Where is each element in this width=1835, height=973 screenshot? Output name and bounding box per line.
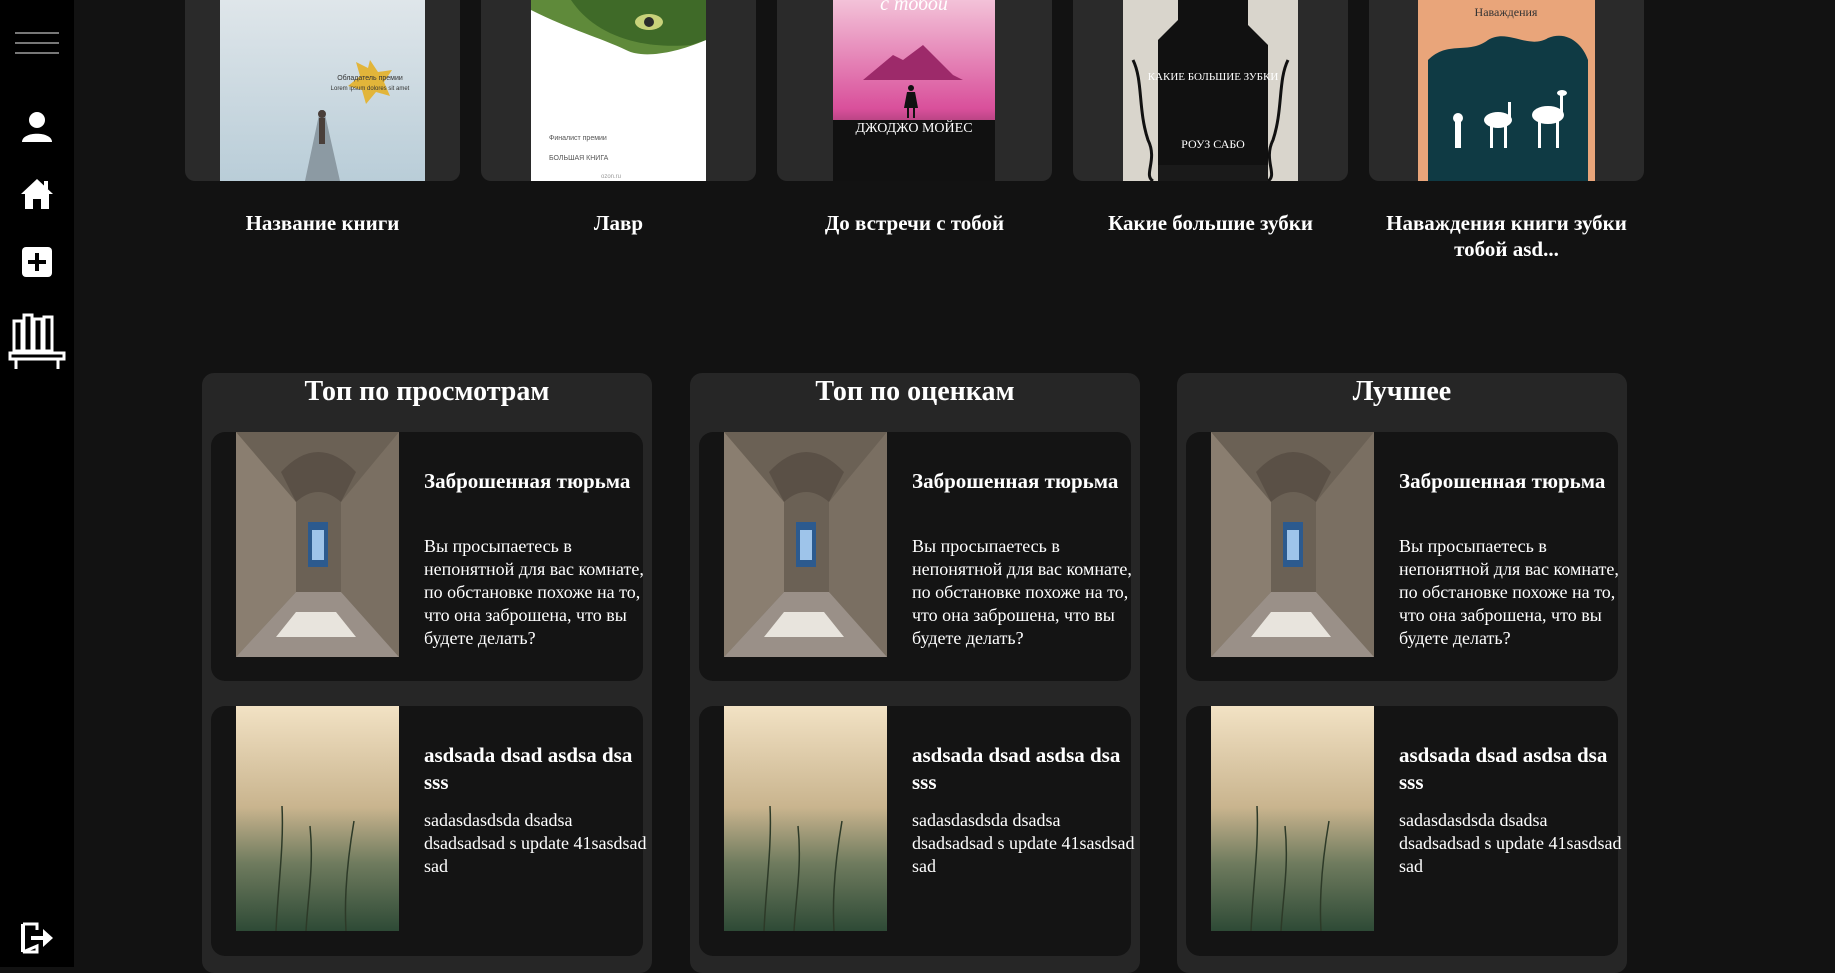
book-cover: Наваждения xyxy=(1418,0,1595,181)
panel-heading: Топ по просмотрам xyxy=(304,376,550,407)
svg-text:ozon.ru: ozon.ru xyxy=(601,174,621,180)
book-title[interactable]: Наваждения книги зубки тобой asd... xyxy=(1369,210,1644,262)
item-thumbnail xyxy=(1211,706,1374,931)
item-description: Вы просыпаетесь в непонятной для вас ком… xyxy=(1399,536,1619,648)
svg-text:с тобой: с тобой xyxy=(880,0,948,15)
item-title: Заброшенная тюрьма xyxy=(424,469,631,493)
main-content: Обладатель премии Lorem ipsum dolores si… xyxy=(74,0,1835,973)
item-description: sadasdasdsda dsadsa dsadsadsad s update … xyxy=(424,810,647,876)
item-thumbnail xyxy=(236,432,399,657)
sidebar xyxy=(0,0,74,967)
book-title[interactable]: Какие большие зубки xyxy=(1073,210,1348,236)
item-title: asdsada dsad asdsa dsa sss xyxy=(424,743,633,794)
list-item[interactable]: Заброшенная тюрьма Вы просыпаетесь в неп… xyxy=(699,432,1132,681)
profile-button[interactable] xyxy=(0,110,74,144)
svg-text:Обладатель премии: Обладатель премии xyxy=(337,74,403,82)
item-thumbnail xyxy=(724,432,887,657)
book-title[interactable]: Лавр xyxy=(481,210,756,236)
logout-icon xyxy=(21,922,53,954)
item-description: sadasdasdsda dsadsa dsadsadsad s update … xyxy=(1399,810,1622,876)
menu-icon xyxy=(15,32,59,54)
svg-text:РОУЗ САБО: РОУЗ САБО xyxy=(1181,137,1245,151)
add-button[interactable] xyxy=(0,246,74,278)
top-ratings-panel: Топ по оценкам Заброшенная тюрьма Вы про… xyxy=(690,373,1140,973)
library-button[interactable] xyxy=(0,313,74,371)
book-cover: с тобой ДЖОДЖО МОЙЕС xyxy=(833,0,995,181)
item-thumbnail xyxy=(236,706,399,931)
top-views-panel: Топ по просмотрам Заброшенная тюрьма Вы … xyxy=(202,373,652,973)
list-item[interactable]: asdsada dsad asdsa dsa sss sadasdasdsda … xyxy=(1186,706,1621,956)
panel-heading: Топ по оценкам xyxy=(815,376,1015,407)
svg-text:БОЛЬШАЯ КНИГА: БОЛЬШАЯ КНИГА xyxy=(549,155,609,162)
item-description: Вы просыпаетесь в непонятной для вас ком… xyxy=(424,536,644,648)
item-title: Заброшенная тюрьма xyxy=(912,469,1119,493)
item-title: Заброшенная тюрьма xyxy=(1399,469,1606,493)
book-card[interactable]: Финалист премии БОЛЬШАЯ КНИГА ozon.ru xyxy=(481,0,756,181)
list-item[interactable]: Заброшенная тюрьма Вы просыпаетесь в неп… xyxy=(1186,432,1619,681)
home-button[interactable] xyxy=(0,177,74,211)
item-title: asdsada dsad asdsa dsa sss xyxy=(912,743,1121,794)
panel-heading: Лучшее xyxy=(1352,376,1452,407)
book-card[interactable]: Обладатель премии Lorem ipsum dolores si… xyxy=(185,0,460,181)
library-icon xyxy=(8,313,66,369)
book-card[interactable]: с тобой ДЖОДЖО МОЙЕС xyxy=(777,0,1052,181)
logout-button[interactable] xyxy=(0,922,74,954)
best-panel: Лучшее Заброшенная тюрьма Вы просыпаетес… xyxy=(1177,373,1627,973)
book-cover: КАКИЕ БОЛЬШИЕ ЗУБКИ РОУЗ САБО xyxy=(1123,0,1298,181)
item-thumbnail xyxy=(1211,432,1374,657)
book-cover: Обладатель премии Lorem ipsum dolores si… xyxy=(220,0,425,181)
svg-text:КАКИЕ БОЛЬШИЕ ЗУБКИ: КАКИЕ БОЛЬШИЕ ЗУБКИ xyxy=(1148,71,1279,83)
add-icon xyxy=(22,247,52,277)
item-description: sadasdasdsda dsadsa dsadsadsad s update … xyxy=(912,810,1135,876)
menu-button[interactable] xyxy=(0,30,74,58)
book-cover: Финалист премии БОЛЬШАЯ КНИГА ozon.ru xyxy=(531,0,706,181)
home-icon xyxy=(21,179,53,209)
item-thumbnail xyxy=(724,706,887,931)
book-title[interactable]: Название книги xyxy=(185,210,460,236)
list-item[interactable]: asdsada dsad asdsa dsa sss sadasdasdsda … xyxy=(699,706,1134,956)
svg-text:Наваждения: Наваждения xyxy=(1475,5,1538,19)
item-title: asdsada dsad asdsa dsa sss xyxy=(1399,743,1608,794)
list-item[interactable]: Заброшенная тюрьма Вы просыпаетесь в неп… xyxy=(211,432,644,681)
item-description: Вы просыпаетесь в непонятной для вас ком… xyxy=(912,536,1132,648)
svg-text:ДЖОДЖО МОЙЕС: ДЖОДЖО МОЙЕС xyxy=(855,119,972,136)
svg-text:Lorem ipsum dolores sit amet: Lorem ipsum dolores sit amet xyxy=(331,86,410,92)
user-icon xyxy=(22,112,52,142)
svg-text:Финалист премии: Финалист премии xyxy=(549,135,607,142)
book-title[interactable]: До встречи с тобой xyxy=(777,210,1052,236)
book-card[interactable]: КАКИЕ БОЛЬШИЕ ЗУБКИ РОУЗ САБО xyxy=(1073,0,1348,181)
book-card[interactable]: Наваждения xyxy=(1369,0,1644,181)
list-item[interactable]: asdsada dsad asdsa dsa sss sadasdasdsda … xyxy=(211,706,646,956)
